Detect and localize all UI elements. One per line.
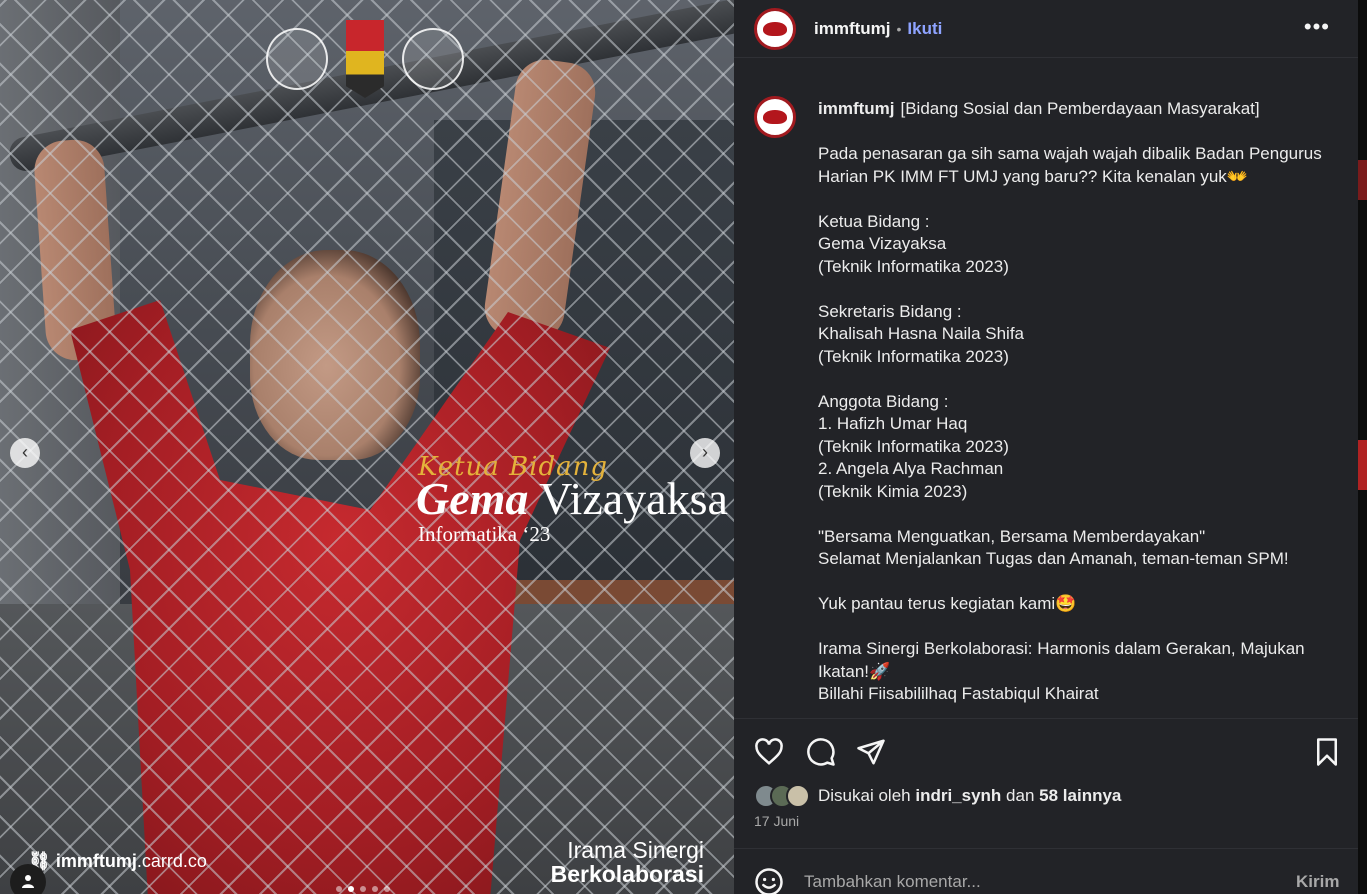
modal-backdrop[interactable] xyxy=(1358,0,1367,894)
chevron-right-icon: › xyxy=(702,442,708,462)
user-icon xyxy=(22,875,34,888)
overlay-tagline: Irama Sinergi Berkolaborasi xyxy=(551,838,704,886)
comment-input[interactable] xyxy=(804,869,1264,894)
overlay-major: Informatika ‘23 xyxy=(418,522,551,546)
likes-connector: dan xyxy=(1006,786,1035,805)
overlay-tagline-2: Berkolaborasi xyxy=(550,861,704,887)
overlay-site-user: immftumj xyxy=(55,851,137,871)
post-side-panel: immftumj • Ikuti ••• immftumj [Bidang Sos… xyxy=(734,0,1358,894)
post-comment-button[interactable]: Kirim xyxy=(1296,872,1339,892)
bookmark-icon[interactable] xyxy=(1312,737,1342,767)
avatar[interactable] xyxy=(754,7,796,50)
liker-avatars xyxy=(754,784,810,808)
header-separator: • xyxy=(896,20,902,37)
caption-username[interactable]: immftumj xyxy=(818,99,895,118)
more-options-icon[interactable]: ••• xyxy=(1304,14,1330,40)
carousel-dot xyxy=(360,886,366,892)
avatar[interactable] xyxy=(786,784,810,808)
chevron-left-icon: ‹ xyxy=(22,442,28,462)
header-username[interactable]: immftumj xyxy=(814,19,891,39)
likes-others-link[interactable]: 58 lainnya xyxy=(1039,786,1121,805)
comments-scroll-area[interactable]: immftumj [Bidang Sosial dan Pemberdayaan … xyxy=(734,57,1358,717)
overlay-name: Gema Vizayaksa xyxy=(416,476,728,522)
carousel-indicator xyxy=(336,886,390,892)
overlay-name-last: Vizayaksa xyxy=(539,473,728,524)
caption-avatar[interactable] xyxy=(754,96,796,138)
carousel-next-button[interactable]: › xyxy=(690,438,720,468)
backdrop-fragment xyxy=(1358,160,1367,200)
post-header: immftumj • Ikuti ••• xyxy=(734,0,1358,57)
carousel-dot xyxy=(336,886,342,892)
imm-badge-logo xyxy=(346,20,384,98)
university-seal-logo xyxy=(266,28,328,90)
faculty-seal-logo xyxy=(402,28,464,90)
comment-icon[interactable] xyxy=(806,737,836,767)
tagged-users-button[interactable] xyxy=(10,864,46,894)
overlay-tagline-1: Irama Sinergi xyxy=(567,837,704,863)
overlay-caption: Ketua Bidang Gema Vizayaksa Informatika … xyxy=(416,452,728,547)
carousel-prev-button[interactable]: ‹ xyxy=(10,438,40,468)
post-date[interactable]: 17 Juni xyxy=(754,813,799,829)
add-comment-bar: Kirim xyxy=(734,848,1358,894)
likes-summary: Disukai oleh indri_synh dan 58 lainnya xyxy=(754,784,1121,808)
carousel-dot-active xyxy=(348,886,354,892)
follow-button[interactable]: Ikuti xyxy=(907,19,942,39)
chain-link-fence xyxy=(0,0,734,894)
overlay-site-domain: .carrd.co xyxy=(136,851,207,871)
emoji-icon[interactable] xyxy=(754,867,784,894)
liker-username-link[interactable]: indri_synh xyxy=(915,786,1001,805)
post-media[interactable]: Ketua Bidang Gema Vizayaksa Informatika … xyxy=(0,0,734,894)
heart-icon[interactable] xyxy=(754,737,784,767)
carousel-dot xyxy=(372,886,378,892)
post-caption: immftumj [Bidang Sosial dan Pemberdayaan … xyxy=(818,98,1338,706)
likes-prefix: Disukai oleh xyxy=(818,786,911,805)
share-icon[interactable] xyxy=(856,737,886,767)
overlay-site-link: ⛓ immftumj.carrd.co xyxy=(28,851,207,872)
backdrop-fragment xyxy=(1358,440,1367,490)
org-logos xyxy=(266,20,464,98)
overlay-name-first: Gema xyxy=(416,473,529,524)
action-bar xyxy=(734,718,1358,784)
carousel-dot xyxy=(384,886,390,892)
caption-text: [Bidang Sosial dan Pemberdayaan Masyarak… xyxy=(818,99,1322,703)
likes-text: Disukai oleh indri_synh dan 58 lainnya xyxy=(818,786,1121,806)
